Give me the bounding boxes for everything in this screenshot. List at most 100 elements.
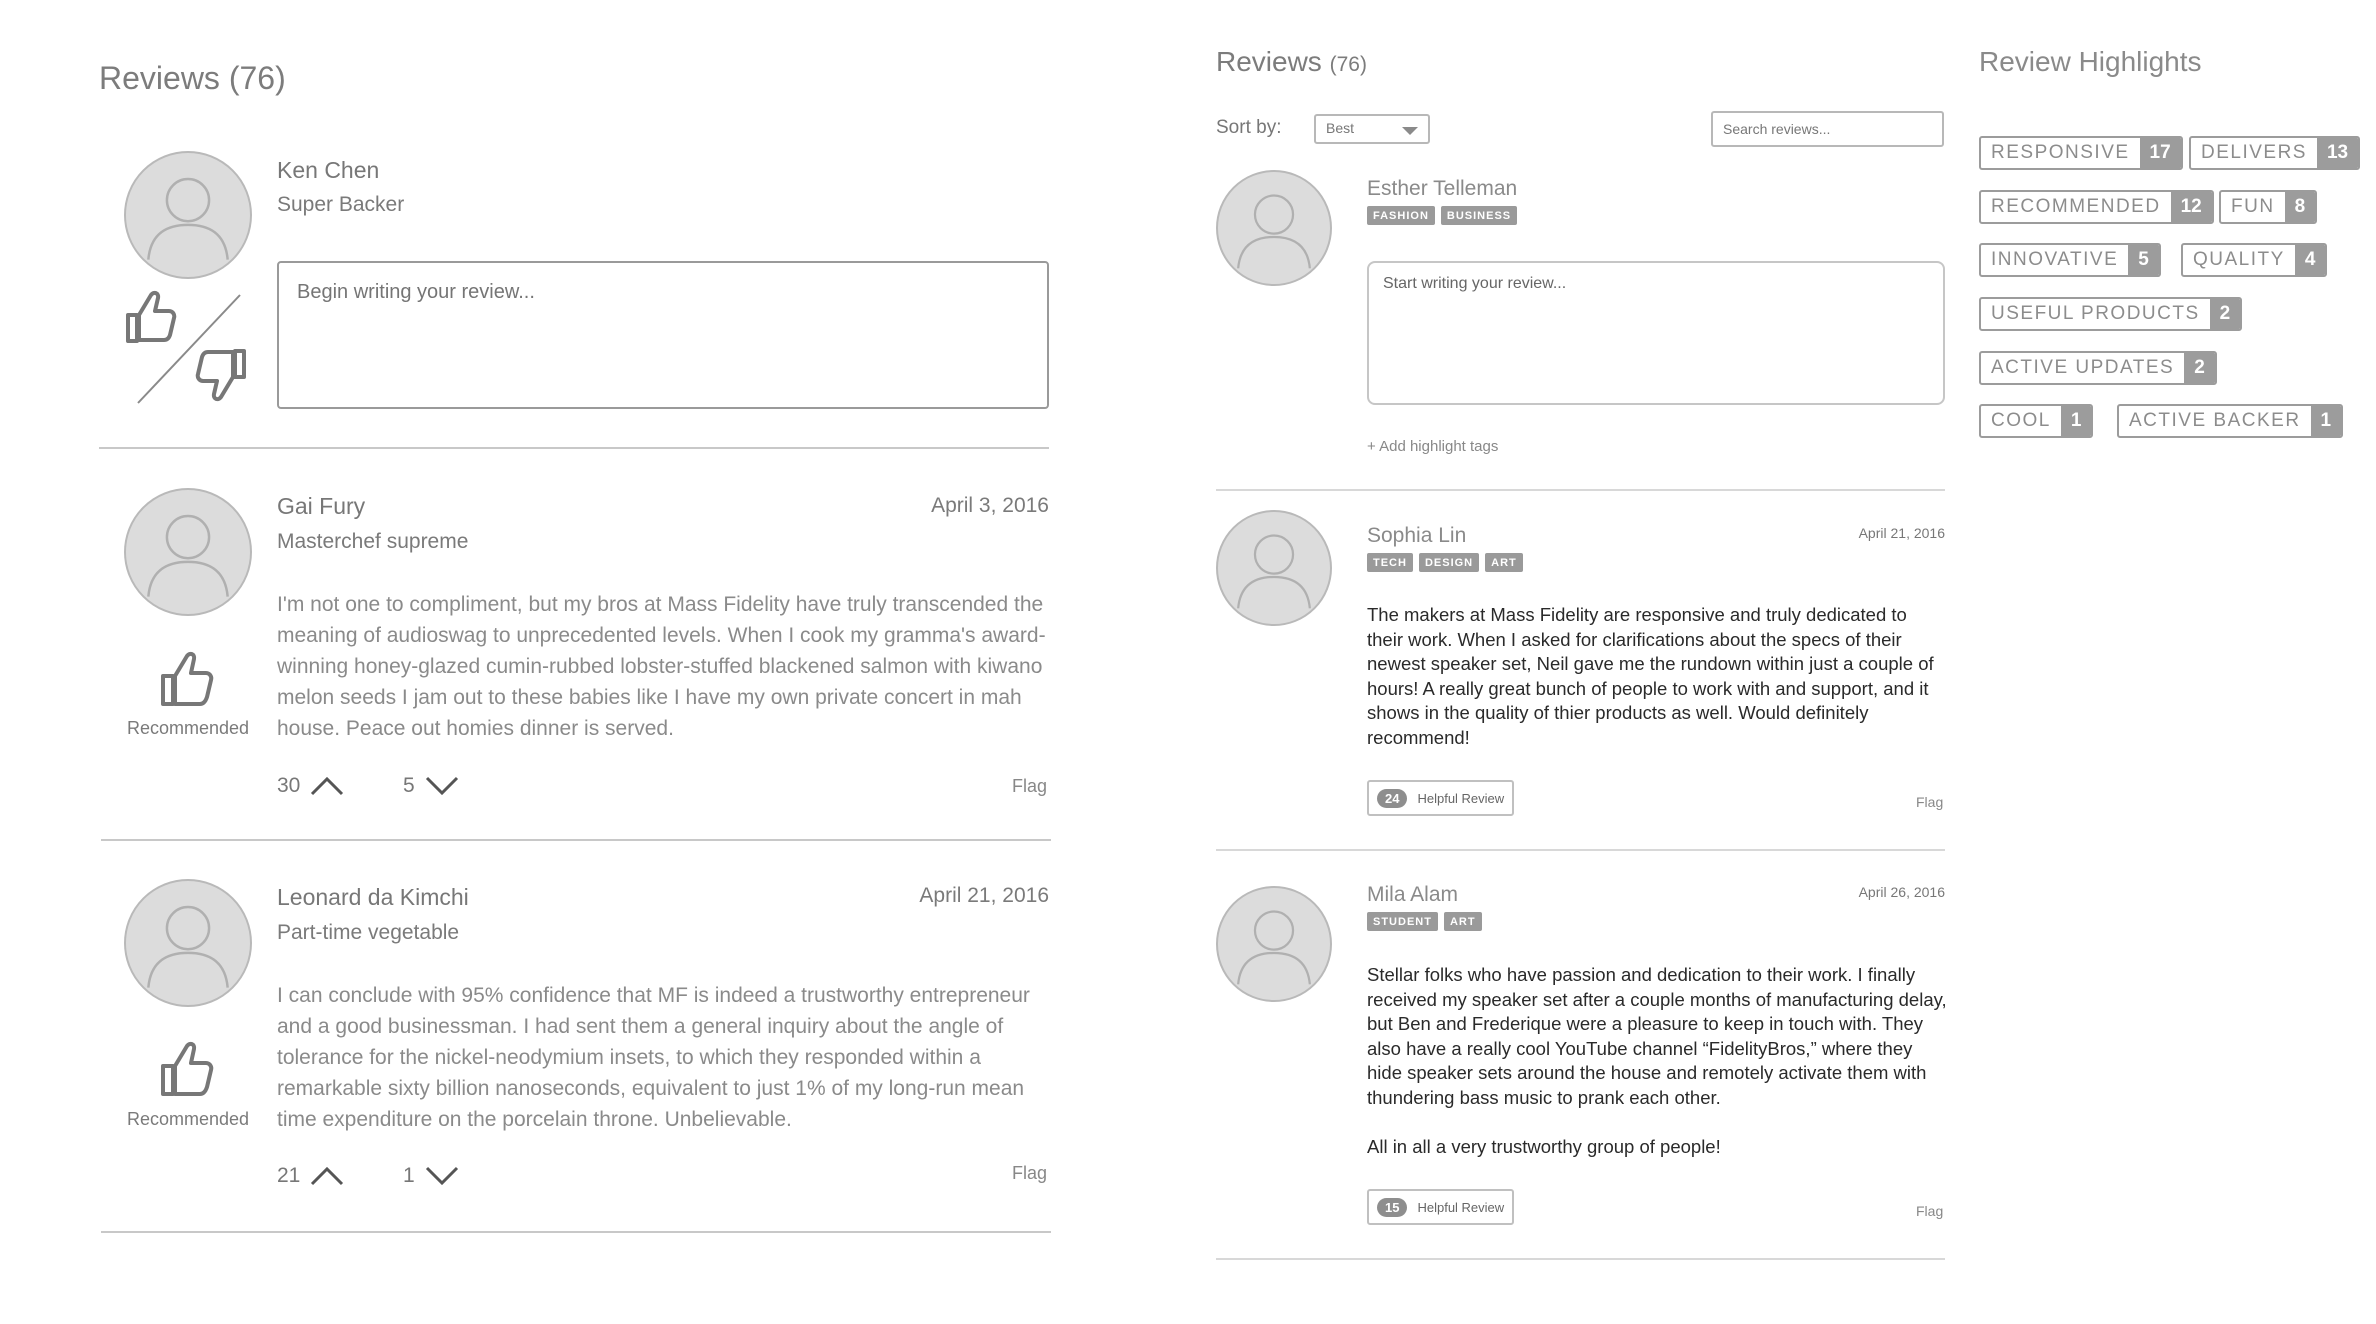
- highlight-count: 1: [2060, 406, 2092, 436]
- highlight-chip-responsive[interactable]: RESPONSIVE 17: [1979, 136, 2183, 170]
- review-body: Stellar folks who have passion and dedic…: [1367, 964, 1947, 1108]
- downvote-button[interactable]: 5: [403, 774, 459, 798]
- downvote-button[interactable]: 1: [403, 1164, 459, 1188]
- user-tag: STUDENT: [1367, 912, 1438, 931]
- chevron-down-icon[interactable]: [425, 1166, 459, 1186]
- sort-dropdown[interactable]: Best: [1314, 114, 1430, 144]
- user-silhouette-icon: [147, 905, 229, 988]
- highlight-count: 17: [2139, 138, 2181, 168]
- highlight-label: INNOVATIVE: [1991, 249, 2119, 270]
- flag-link[interactable]: Flag: [1012, 776, 1047, 797]
- user-tag: BUSINESS: [1440, 206, 1518, 225]
- user-tags: TECH DESIGN ART: [1367, 553, 1523, 572]
- downvote-count: 5: [403, 774, 415, 797]
- user-tag: DESIGN: [1418, 553, 1480, 572]
- chevron-up-icon[interactable]: [310, 1166, 344, 1186]
- user-silhouette-icon: [1237, 910, 1311, 985]
- highlight-label: RECOMMENDED: [1991, 196, 2161, 217]
- composer-subtitle: Super Backer: [277, 193, 405, 216]
- sort-label: Sort by:: [1216, 117, 1282, 138]
- user-tag: ART: [1485, 553, 1523, 572]
- reviews-title: Reviews: [1216, 46, 1322, 77]
- user-silhouette-icon: [147, 177, 229, 260]
- add-highlight-tags-link[interactable]: + Add highlight tags: [1367, 438, 1498, 455]
- review-input[interactable]: [277, 261, 1049, 409]
- highlight-count: 12: [2170, 192, 2212, 222]
- review-date: April 3, 2016: [931, 494, 1049, 517]
- highlight-label: USEFUL PRODUCTS: [1991, 303, 2200, 324]
- thumbs-up-icon: [160, 650, 216, 708]
- highlight-chip-recommended[interactable]: RECOMMENDED 12: [1979, 190, 2214, 224]
- highlight-count: 1: [2310, 406, 2342, 436]
- flag-link[interactable]: Flag: [1916, 1203, 1943, 1219]
- highlight-chip-quality[interactable]: QUALITY 4: [2181, 243, 2328, 277]
- highlight-label: RESPONSIVE: [1991, 142, 2130, 163]
- search-input[interactable]: [1711, 111, 1944, 147]
- page-title: Reviews (76): [99, 60, 286, 96]
- review-input[interactable]: [1367, 261, 1945, 405]
- reviewer-name[interactable]: Gai Fury: [277, 493, 365, 520]
- reviews-header: Reviews (76): [1216, 46, 1367, 78]
- user-tags: FASHION BUSINESS: [1367, 206, 1518, 225]
- reviewer-name[interactable]: Sophia Lin: [1367, 524, 1466, 548]
- highlight-label: DELIVERS: [2201, 142, 2307, 163]
- highlight-chip-active-updates[interactable]: ACTIVE UPDATES 2: [1979, 351, 2217, 385]
- user-silhouette-icon: [147, 514, 229, 597]
- flag-link[interactable]: Flag: [1012, 1163, 1047, 1184]
- upvote-button[interactable]: 21: [277, 1164, 344, 1188]
- reviewer-subtitle: Part-time vegetable: [277, 921, 460, 944]
- thumbs-up-icon: [160, 1040, 216, 1098]
- user-tags: STUDENT ART: [1367, 912, 1482, 931]
- chevron-up-icon[interactable]: [310, 776, 344, 796]
- recommend-toggle[interactable]: [124, 285, 252, 410]
- recommended-label: Recommended: [126, 1109, 250, 1129]
- reviewer-subtitle: Masterchef supreme: [277, 530, 469, 553]
- chevron-down-icon[interactable]: [425, 776, 459, 796]
- upvote-count: 30: [277, 774, 301, 797]
- reviewer-name[interactable]: Leonard da Kimchi: [277, 884, 469, 911]
- thumbs-down-icon[interactable]: [195, 349, 246, 402]
- avatar: [124, 151, 252, 279]
- highlight-count: 2: [2184, 353, 2215, 383]
- upvote-count: 21: [277, 1164, 301, 1187]
- highlight-count: 8: [2284, 192, 2316, 222]
- composer-name: Ken Chen: [277, 157, 380, 183]
- highlight-chip-active-backer[interactable]: ACTIVE BACKER 1: [2117, 404, 2344, 438]
- review-date: April 21, 2016: [919, 884, 1049, 907]
- review-date: April 21, 2016: [1858, 525, 1945, 541]
- highlight-label: QUALITY: [2193, 249, 2285, 270]
- user-tag: FASHION: [1367, 206, 1435, 225]
- highlight-chip-cool[interactable]: COOL 1: [1979, 404, 2094, 438]
- upvote-button[interactable]: 30: [277, 774, 344, 798]
- downvote-count: 1: [403, 1164, 415, 1187]
- user-silhouette-icon: [1237, 534, 1311, 609]
- highlights-title: Review Highlights: [1979, 46, 2202, 77]
- helpful-count: 24: [1377, 788, 1408, 808]
- flag-link[interactable]: Flag: [1916, 794, 1943, 810]
- reviewer-name[interactable]: Mila Alam: [1367, 883, 1458, 907]
- helpful-label: Helpful Review: [1417, 790, 1505, 806]
- helpful-review-button[interactable]: 15 Helpful Review: [1367, 1189, 1515, 1225]
- review-body: I'm not one to compliment, but my bros a…: [277, 593, 1046, 740]
- highlight-chip-delivers[interactable]: DELIVERS 13: [2189, 136, 2361, 170]
- helpful-label: Helpful Review: [1417, 1199, 1505, 1215]
- caret-down-icon: [1402, 127, 1418, 135]
- avatar: [1216, 510, 1332, 626]
- recommended-label: Recommended: [126, 718, 250, 738]
- divider: [1216, 1258, 1945, 1260]
- review-body: I can conclude with 95% confidence that …: [277, 984, 1030, 1131]
- highlight-count: 5: [2128, 245, 2159, 275]
- user-tag: TECH: [1367, 553, 1413, 572]
- highlight-count: 13: [2316, 138, 2359, 168]
- highlight-chip-useful-products[interactable]: USEFUL PRODUCTS 2: [1979, 297, 2243, 331]
- review-body-closing: All in all a very trustworthy group of p…: [1367, 1136, 1721, 1157]
- divider: [101, 839, 1051, 841]
- highlight-chip-innovative[interactable]: INNOVATIVE 5: [1979, 243, 2161, 277]
- helpful-review-button[interactable]: 24 Helpful Review: [1367, 780, 1515, 816]
- highlight-chip-fun[interactable]: FUN 8: [2219, 190, 2318, 224]
- avatar: [1216, 170, 1332, 286]
- user-tag: ART: [1443, 912, 1482, 931]
- review-body: The makers at Mass Fidelity are responsi…: [1367, 604, 1934, 748]
- helpful-count: 15: [1377, 1197, 1408, 1217]
- thumbs-up-icon[interactable]: [126, 290, 177, 343]
